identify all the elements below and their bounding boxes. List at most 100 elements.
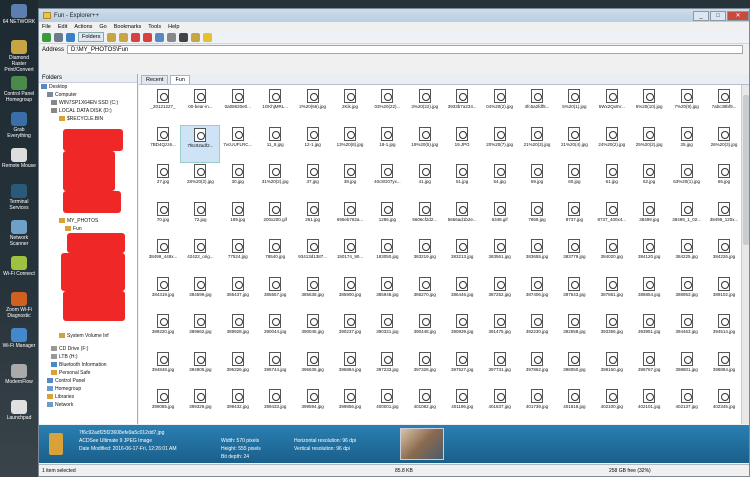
tree-item[interactable]: LOCAL DATA DISK (D:): [51, 107, 112, 115]
back-icon[interactable]: [42, 32, 51, 42]
file-item[interactable]: 393356.jpg: [592, 312, 632, 350]
file-item[interactable]: 7869.jpg: [517, 200, 557, 238]
file-item[interactable]: 389928.jpg: [218, 312, 258, 350]
file-item[interactable]: 394514.jpg: [704, 312, 744, 350]
file-item[interactable]: 397862.jpg: [517, 350, 557, 388]
file-item[interactable]: 38499.jpg: [629, 200, 669, 238]
file-item[interactable]: 3933b7a234...: [442, 87, 482, 125]
file-item[interactable]: 390237.jpg: [330, 312, 370, 350]
tree-item[interactable]: Bluetooth Information: [51, 361, 107, 369]
file-item[interactable]: 395326.jpg: [218, 350, 258, 388]
file-item[interactable]: 8737.jpg: [554, 200, 594, 238]
paste-icon[interactable]: [155, 32, 165, 42]
file-item[interactable]: 401739.jpg: [517, 387, 557, 424]
file-item[interactable]: 04%20(2).jpg: [480, 87, 520, 125]
file-item[interactable]: 383219.jpg: [405, 237, 445, 275]
file-item[interactable]: 389662.jpg: [180, 312, 220, 350]
desktop-icon[interactable]: Wi-Fi Manager: [2, 328, 36, 349]
menu-item-help[interactable]: Help: [168, 24, 179, 30]
tree-item[interactable]: Libraries: [47, 393, 74, 401]
file-item[interactable]: 60.jpg: [554, 162, 594, 200]
file-item[interactable]: 51.jpg: [442, 162, 482, 200]
file-item[interactable]: 30.jpg: [218, 162, 258, 200]
file-item[interactable]: 18-1.jpg: [367, 125, 407, 163]
menu-item-file[interactable]: File: [42, 24, 51, 30]
file-item[interactable]: 2Kik.jpg: [330, 87, 370, 125]
file-item[interactable]: 384225.jpg: [667, 237, 707, 275]
menu-item-go[interactable]: Go: [99, 24, 106, 30]
file-item[interactable]: 19%20(5).jpg: [405, 125, 445, 163]
file-item[interactable]: 59.jpg: [517, 162, 557, 200]
file-item[interactable]: 93413d1387...: [293, 237, 333, 275]
file-item[interactable]: 387861.jpg: [592, 275, 632, 313]
file-item[interactable]: 385900.jpg: [330, 275, 370, 313]
search-icon[interactable]: [191, 32, 201, 42]
file-item[interactable]: 0a08620e0...: [218, 87, 258, 125]
forward-icon[interactable]: [54, 32, 63, 42]
file-item[interactable]: 389220.jpg: [143, 312, 183, 350]
file-item[interactable]: 28%20(2).jpg: [180, 162, 220, 200]
tree-item[interactable]: WIN7SP1X64EN SSD (C:): [51, 99, 118, 107]
desktop-icon[interactable]: ModernFlow: [2, 364, 36, 385]
file-item[interactable]: 78540.jpg: [255, 237, 295, 275]
file-item[interactable]: 54.jpg: [480, 162, 520, 200]
file-item[interactable]: 384020.jpg: [592, 237, 632, 275]
file-item[interactable]: 40c8G07yx...: [367, 162, 407, 200]
file-item[interactable]: 21%20(4).jpg: [554, 125, 594, 163]
file-item[interactable]: 399594.jpg: [293, 387, 333, 424]
file-item[interactable]: 77524.jpg: [218, 237, 258, 275]
file-item[interactable]: 396635.jpg: [293, 350, 333, 388]
file-item[interactable]: 6%20(10).jpg: [629, 87, 669, 125]
file-item[interactable]: 150174_90...: [330, 237, 370, 275]
minimize-button[interactable]: _: [693, 10, 709, 21]
desktop-icon[interactable]: Remote Mouse: [2, 148, 36, 169]
file-item[interactable]: 7abc39bf9...: [704, 87, 744, 125]
file-item[interactable]: 402137.jpg: [667, 387, 707, 424]
copy-icon[interactable]: [119, 32, 129, 42]
file-item[interactable]: 398160.jpg: [592, 350, 632, 388]
file-item[interactable]: 383655.jpg: [517, 237, 557, 275]
file-item[interactable]: 38499_120x...: [704, 200, 744, 238]
file-item[interactable]: 386270.jpg: [405, 275, 445, 313]
file-item[interactable]: 19.JPG: [442, 125, 482, 163]
delete-icon[interactable]: [131, 32, 141, 42]
file-item[interactable]: 24%20(2).jpg: [592, 125, 632, 163]
file-item[interactable]: 183050.jpg: [367, 237, 407, 275]
file-item[interactable]: 398801.jpg: [667, 350, 707, 388]
file-item[interactable]: 7f6c92adf2...: [180, 124, 221, 163]
cut-icon[interactable]: [143, 32, 153, 42]
file-item[interactable]: 401637.jpg: [480, 387, 520, 424]
new-folder-icon[interactable]: [107, 32, 117, 42]
file-item[interactable]: 42422_orig...: [180, 237, 220, 275]
file-item[interactable]: 7vcUUFLRC...: [218, 125, 258, 163]
tree-item[interactable]: Desktop: [41, 83, 67, 91]
file-item[interactable]: 31%20(2).jpg: [255, 162, 295, 200]
file-item[interactable]: 11_8.jpg: [255, 125, 295, 163]
desktop-icon[interactable]: Terminal Services: [2, 184, 36, 211]
file-item[interactable]: 394848.jpg: [143, 350, 183, 388]
file-item[interactable]: 65.jpg: [704, 162, 744, 200]
desktop-icon[interactable]: 64 NETWORK: [2, 4, 36, 25]
file-item[interactable]: 383213.jpg: [442, 237, 482, 275]
file-item[interactable]: 200x200.gif: [255, 200, 295, 238]
file-item[interactable]: 395744.jpg: [255, 350, 295, 388]
file-item[interactable]: 189.jpg: [218, 200, 258, 238]
file-item[interactable]: 390839.jpg: [442, 312, 482, 350]
tree-item[interactable]: Control Panel: [47, 377, 85, 385]
tree-item[interactable]: CD Drive (F:): [51, 345, 88, 353]
file-item[interactable]: 41.jpg: [405, 162, 445, 200]
file-item[interactable]: 392230.jpg: [517, 312, 557, 350]
file-item[interactable]: 398884.jpg: [704, 350, 744, 388]
file-item[interactable]: 5606cf2d2...: [405, 200, 445, 238]
file-item[interactable]: 6348.gif: [480, 200, 520, 238]
file-item[interactable]: 1286.jpg: [367, 200, 407, 238]
file-item[interactable]: 398050.jpg: [554, 350, 594, 388]
file-item[interactable]: 12-1.jpg: [293, 125, 333, 163]
file-item[interactable]: 398767.jpg: [629, 350, 669, 388]
file-item[interactable]: 390045.jpg: [293, 312, 333, 350]
file-item[interactable]: 5666ad1b2e...: [442, 200, 482, 238]
folders-button[interactable]: Folders: [78, 32, 105, 42]
file-item[interactable]: 2%20(66).jpg: [293, 87, 333, 125]
file-item[interactable]: 8737_400x4...: [592, 200, 632, 238]
file-item[interactable]: 392558.jpg: [554, 312, 594, 350]
